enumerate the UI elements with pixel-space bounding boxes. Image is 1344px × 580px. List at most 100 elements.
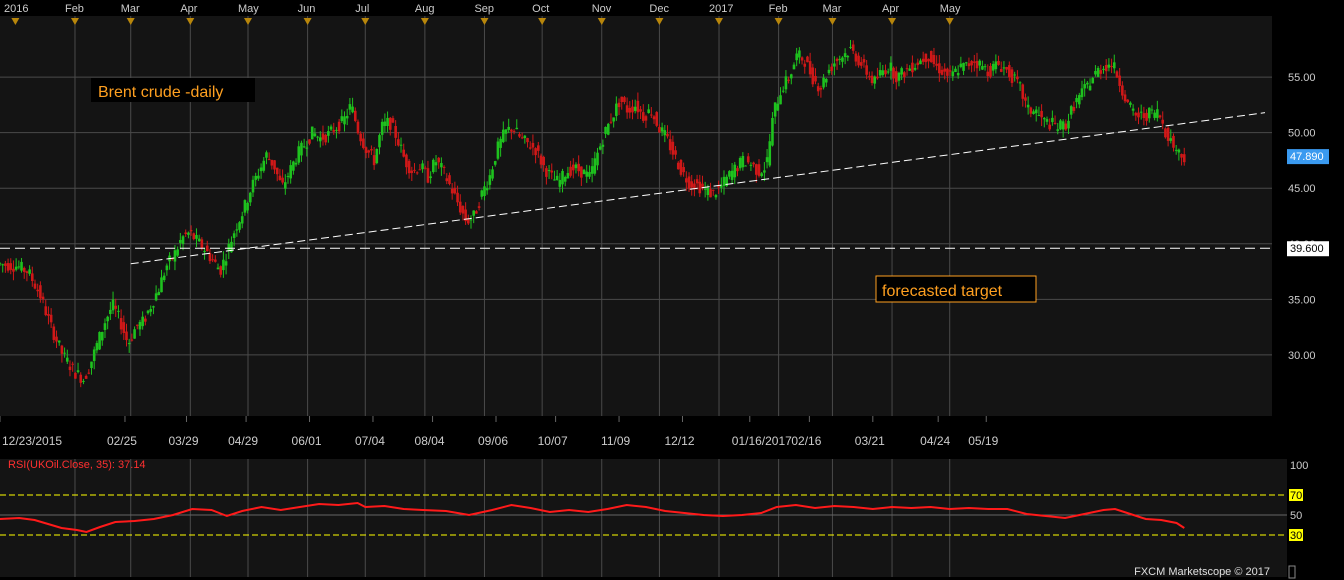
candle-body <box>843 53 847 57</box>
candle-body <box>413 169 416 171</box>
candle-body <box>160 277 163 293</box>
candle-body <box>1067 120 1070 129</box>
top-axis-month: May <box>238 3 259 15</box>
candle-body <box>1145 112 1148 121</box>
candle-body <box>507 126 510 130</box>
candle-body <box>122 322 126 334</box>
candle-body <box>528 147 532 149</box>
candle-body <box>604 126 607 134</box>
x-tick-label: 05/19 <box>968 434 998 448</box>
candle-body <box>0 263 2 265</box>
candle-body <box>760 173 763 176</box>
y-tick-label: 35.00 <box>1288 294 1316 306</box>
candle-body <box>1024 97 1027 101</box>
candle-body <box>800 57 804 61</box>
candle-body <box>606 123 610 135</box>
candle-body <box>830 66 833 71</box>
candle-body <box>1051 117 1054 123</box>
candle-body <box>811 67 815 85</box>
candle-body <box>563 176 567 182</box>
candle-body <box>1040 110 1043 118</box>
candle-body <box>531 142 535 148</box>
x-tick-label: 12/12 <box>664 434 694 448</box>
candle-body <box>502 129 505 143</box>
candle-body <box>499 138 502 148</box>
candle-body <box>671 141 675 155</box>
x-tick-label: 04/29 <box>228 434 258 448</box>
candle-body <box>483 186 486 197</box>
candle-body <box>351 106 354 113</box>
candle-body <box>612 117 615 122</box>
candle-body <box>851 44 855 51</box>
candle-body <box>838 58 842 60</box>
candle-body <box>636 100 640 113</box>
candle-body <box>238 222 241 230</box>
candle-body <box>744 165 747 167</box>
candle-body <box>518 134 521 137</box>
candle-body <box>1153 112 1156 118</box>
x-tick-label: 02/16 <box>791 434 821 448</box>
candle-body <box>65 357 69 362</box>
candle-body <box>1021 84 1025 99</box>
candle-body <box>588 172 591 177</box>
candle-body <box>752 162 755 165</box>
candle-body <box>496 141 500 159</box>
candle-body <box>1056 129 1060 131</box>
candle-body <box>598 146 602 150</box>
candle-body <box>536 145 540 151</box>
candle-body <box>903 72 906 78</box>
candle-body <box>547 170 551 172</box>
top-axis-month: Feb <box>769 3 788 15</box>
candle-body <box>698 181 702 194</box>
candle-body <box>211 259 214 261</box>
candle-body <box>773 102 777 117</box>
candle-body <box>641 112 645 121</box>
candle-body <box>973 61 976 63</box>
candle-body <box>682 167 685 173</box>
candle-body <box>219 266 223 275</box>
x-tick-label: 11/09 <box>601 434 630 448</box>
candle-body <box>967 63 971 67</box>
candle-body <box>558 179 562 187</box>
candle-body <box>784 76 788 90</box>
candle-body <box>321 133 325 140</box>
candle-body <box>884 70 887 75</box>
candle-body <box>1042 118 1046 120</box>
candle-body <box>819 87 823 90</box>
rsi-plot-area <box>0 459 1287 577</box>
candle-body <box>353 110 357 121</box>
candle-body <box>335 129 338 131</box>
candle-body <box>1156 109 1159 118</box>
candle-body <box>141 316 144 327</box>
candle-body <box>983 66 987 68</box>
candle-body <box>445 178 449 182</box>
x-tick-label: 07/04 <box>355 434 385 448</box>
candle-body <box>1099 70 1103 74</box>
candle-body <box>394 126 397 138</box>
candle-body <box>1115 71 1119 78</box>
candle-body <box>964 62 968 64</box>
candle-body <box>585 171 589 177</box>
candle-body <box>1180 153 1183 158</box>
candle-body <box>421 163 424 170</box>
candle-body <box>806 56 809 63</box>
top-axis-month: May <box>940 3 961 15</box>
candle-body <box>426 168 430 183</box>
candle-body <box>722 176 726 186</box>
candle-body <box>1018 82 1022 84</box>
candle-body <box>1104 65 1108 72</box>
candle-body <box>1077 95 1081 105</box>
candle-body <box>1110 65 1113 67</box>
candle-body <box>574 164 578 169</box>
candle-body <box>6 263 10 271</box>
candle-body <box>714 195 718 198</box>
candle-body <box>1075 98 1078 103</box>
candle-body <box>975 60 979 69</box>
candle-body <box>84 375 88 379</box>
candle-body <box>415 172 419 174</box>
candle-body <box>539 155 543 165</box>
candle-body <box>216 267 220 270</box>
candle-body <box>92 349 96 361</box>
candle-body <box>566 173 570 179</box>
candle-body <box>736 168 739 172</box>
